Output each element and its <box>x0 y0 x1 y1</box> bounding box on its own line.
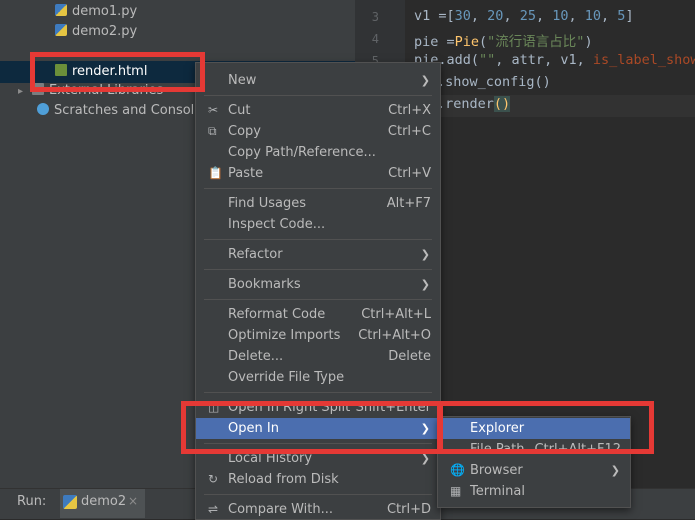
menu-item-copy-path[interactable]: Copy Path/Reference... <box>196 142 440 163</box>
run-tab-demo2[interactable]: demo2 × <box>60 489 145 518</box>
menu-item-compare-with[interactable]: ⇌ Compare With... Ctrl+D <box>196 499 440 520</box>
menu-item-bookmarks[interactable]: Bookmarks ❯ <box>196 274 440 295</box>
close-icon[interactable]: × <box>128 494 138 508</box>
menu-divider <box>204 392 432 393</box>
menu-item-cut[interactable]: ✂ Cut Ctrl+X <box>196 100 440 121</box>
python-file-icon <box>63 495 77 509</box>
submenu-item-browser[interactable]: 🌐 Browser ❯ <box>438 460 630 481</box>
globe-icon: 🌐 <box>450 463 465 477</box>
menu-divider <box>204 299 432 300</box>
reload-icon: ↻ <box>208 472 219 486</box>
clipboard-icon: 📋 <box>208 166 223 180</box>
compare-arrows-icon: ⇌ <box>208 502 219 516</box>
code-line-4[interactable]: pie =Pie("流行语言占比") <box>414 30 593 50</box>
tree-item-demo1[interactable]: demo1.py <box>55 2 137 22</box>
menu-divider <box>204 188 432 189</box>
chevron-right-icon: ❯ <box>420 278 430 291</box>
submenu-item-terminal[interactable]: ▦ Terminal <box>438 481 630 502</box>
scissors-icon: ✂ <box>208 103 219 117</box>
chevron-right-icon: ❯ <box>420 248 430 261</box>
menu-item-inspect-code[interactable]: Inspect Code... <box>196 214 440 235</box>
terminal-icon: ▦ <box>450 484 462 498</box>
menu-item-reload-from-disk[interactable]: ↻ Reload from Disk <box>196 469 440 490</box>
tree-item-demo2[interactable]: demo2.py <box>55 22 137 42</box>
code-line-5[interactable]: pie.add("", attr, v1, is_label_show <box>414 52 695 68</box>
menu-item-paste[interactable]: 📋 Paste Ctrl+V <box>196 163 440 184</box>
menu-item-reformat-code[interactable]: Reformat Code Ctrl+Alt+L <box>196 304 440 325</box>
menu-item-copy[interactable]: ⧉ Copy Ctrl+C <box>196 121 440 142</box>
run-label: Run: <box>17 494 47 509</box>
menu-divider <box>204 95 432 96</box>
annotation-box-explorer <box>437 401 654 454</box>
menu-divider <box>204 269 432 270</box>
menu-divider <box>204 239 432 240</box>
python-file-icon <box>55 24 67 36</box>
menu-item-new[interactable]: New ❯ <box>196 70 440 91</box>
menu-item-refactor[interactable]: Refactor ❯ <box>196 244 440 265</box>
code-line-6[interactable]: .show_config() <box>437 74 551 90</box>
copy-icon: ⧉ <box>208 124 217 138</box>
chevron-right-icon: ❯ <box>610 464 620 477</box>
code-line-7[interactable]: .render() <box>437 96 511 112</box>
code-line-3[interactable]: v1 =[30, 20, 25, 10, 10, 5] <box>414 8 634 24</box>
annotation-box-open-in <box>181 401 443 454</box>
python-file-icon <box>55 4 67 16</box>
menu-item-override-file-type[interactable]: Override File Type <box>196 367 440 388</box>
annotation-box-render-html <box>30 52 205 92</box>
chevron-right-icon: ❯ <box>420 74 430 87</box>
tree-item-scratches[interactable]: Scratches and Consoles <box>37 101 209 121</box>
menu-item-find-usages[interactable]: Find Usages Alt+F7 <box>196 193 440 214</box>
line-number: 3 <box>371 10 379 24</box>
menu-item-delete[interactable]: Delete... Delete <box>196 346 440 367</box>
scratch-icon <box>37 103 49 115</box>
line-number: 4 <box>371 32 379 46</box>
menu-item-optimize-imports[interactable]: Optimize Imports Ctrl+Alt+O <box>196 325 440 346</box>
menu-divider <box>204 494 432 495</box>
